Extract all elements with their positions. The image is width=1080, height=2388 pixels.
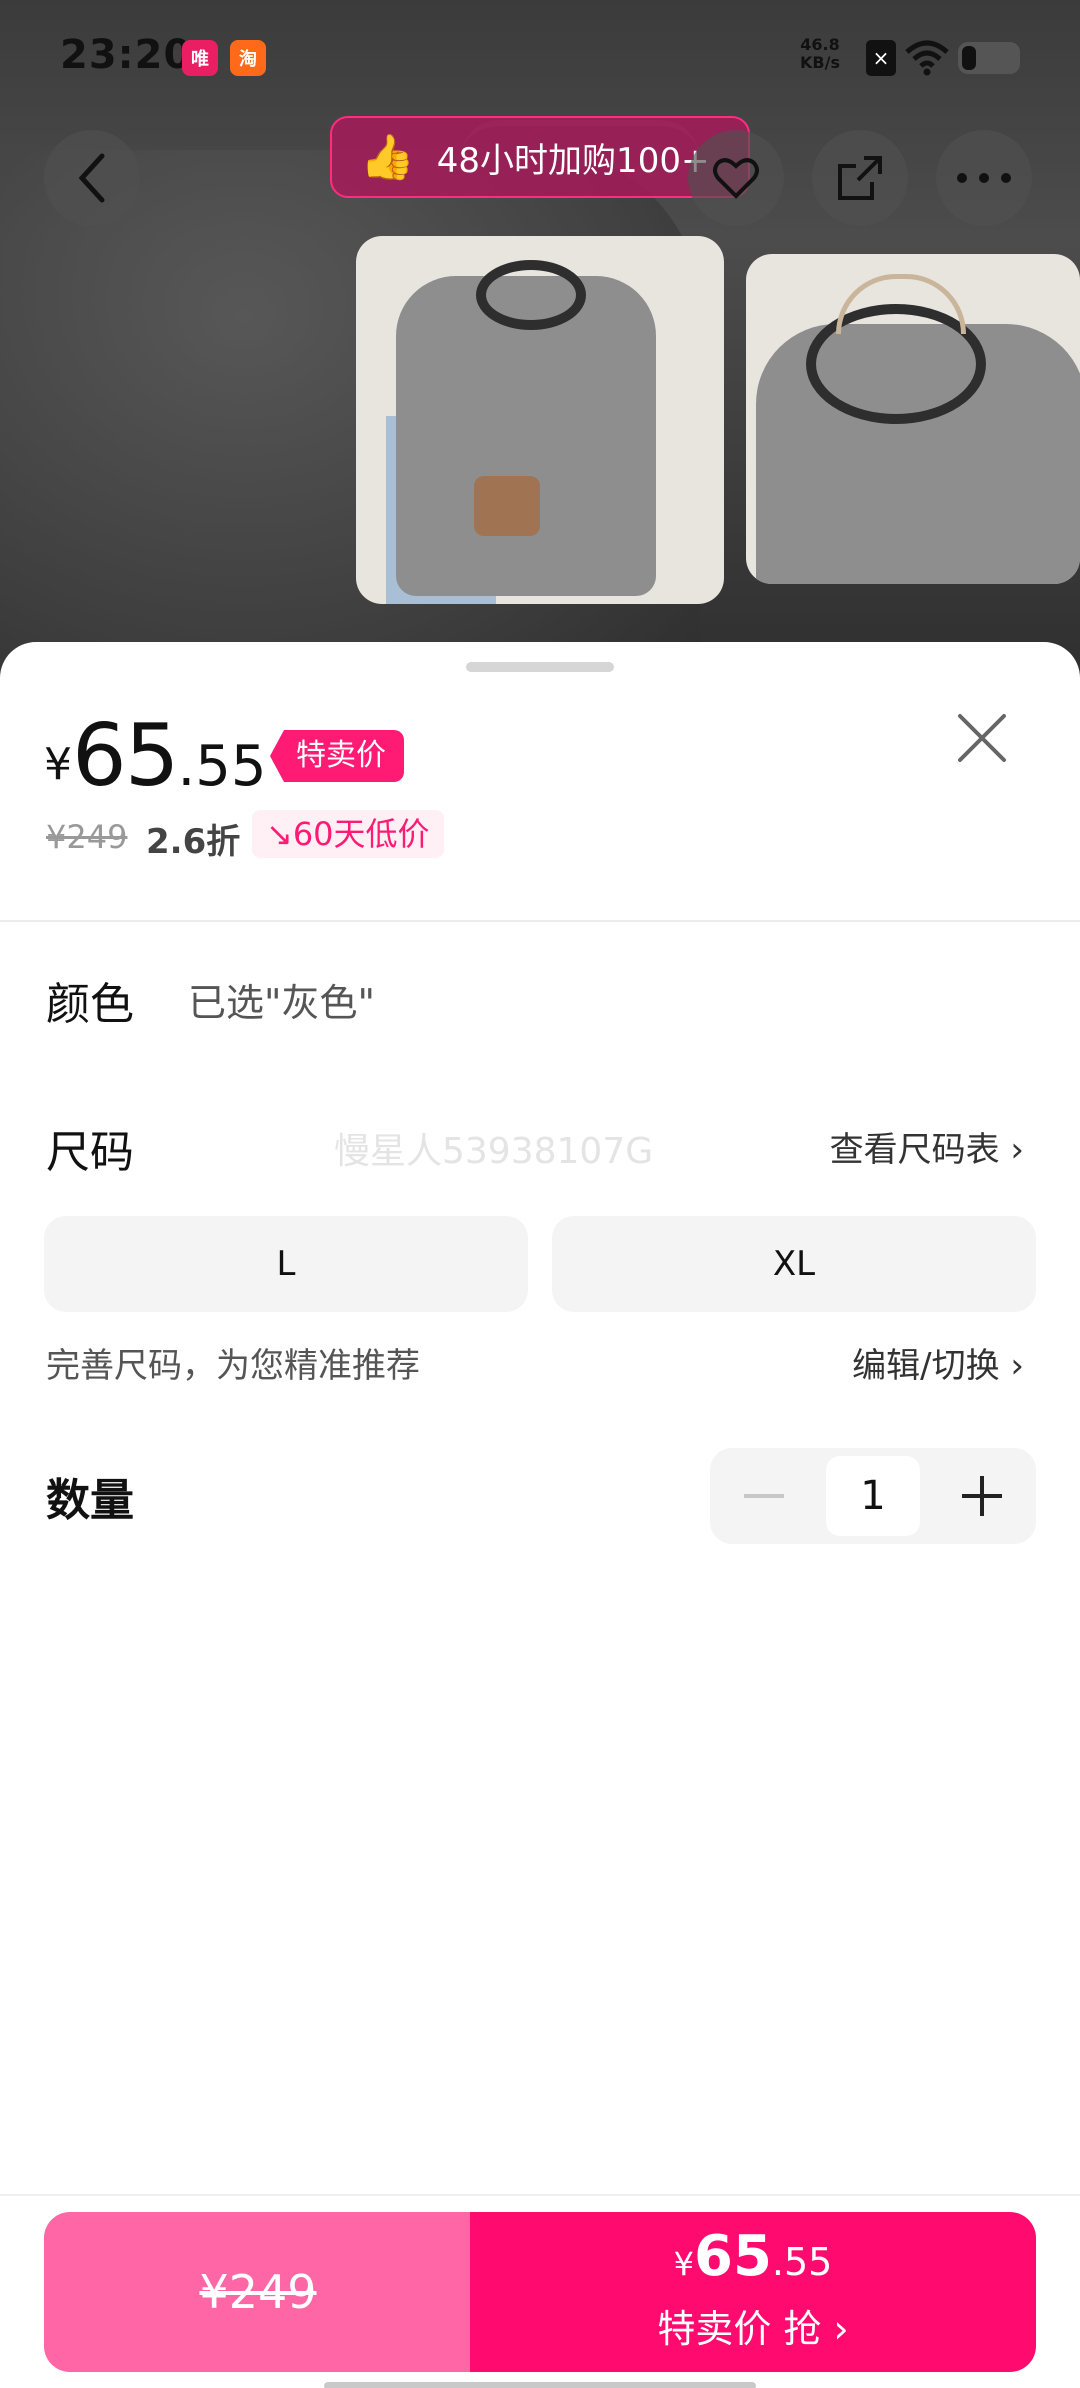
battery-icon: [958, 42, 1020, 74]
buy-button-label-text: 特卖价 抢: [657, 2307, 822, 2351]
quantity-decrease-button[interactable]: [710, 1448, 818, 1544]
buy-price-decimal: .55: [771, 2240, 833, 2284]
original-price-button[interactable]: ¥249: [44, 2212, 472, 2372]
bag-image: [474, 476, 540, 536]
back-button[interactable]: [44, 130, 140, 226]
price-decimal: .55: [177, 734, 267, 799]
original-price-button-text: ¥249: [199, 2265, 317, 2319]
product-thumbnail-1[interactable]: [356, 236, 724, 604]
promo-banner: 👍 48小时加购100+: [330, 116, 750, 198]
share-icon: [838, 156, 882, 200]
no-sim-icon: ×: [866, 40, 896, 76]
wifi-icon: [905, 40, 949, 76]
size-label: 尺码: [46, 1127, 134, 1178]
bottom-action-bar: ¥249 ¥65.55 特卖价 抢 ›: [0, 2194, 1080, 2388]
quantity-label: 数量: [46, 1475, 134, 1526]
quantity-increase-button[interactable]: [928, 1448, 1036, 1544]
discount-rate: 2.6折: [146, 822, 241, 862]
original-price: ¥249: [46, 818, 128, 856]
trend-down-icon: ↘: [266, 815, 293, 853]
taobao-app-icon: 淘: [230, 40, 266, 76]
color-selected-value: 已选"灰色": [188, 981, 375, 1025]
sale-price-tag: 特卖价: [270, 730, 404, 782]
edit-switch-text: 编辑/切换: [852, 1346, 1000, 1386]
thumbs-up-icon: 👍: [360, 132, 415, 183]
size-chart-link-text: 查看尺码表: [829, 1130, 1000, 1170]
price-currency: ¥: [44, 739, 72, 790]
current-price: ¥65.55: [44, 706, 267, 806]
buy-button-price: ¥65.55: [470, 2224, 1036, 2289]
status-bar: 23:20 唯 淘 46.8 KB/s ×: [0, 0, 1080, 110]
buy-price-currency: ¥: [673, 2245, 694, 2283]
flash-sale-buy-button[interactable]: ¥65.55 特卖价 抢 ›: [470, 2212, 1036, 2372]
chevron-right-icon: ›: [1010, 1130, 1024, 1170]
hanger-image: [836, 274, 966, 334]
chevron-right-icon: ›: [821, 2307, 849, 2351]
more-button[interactable]: [936, 130, 1032, 226]
size-option-l[interactable]: L: [44, 1216, 528, 1312]
edit-switch-link[interactable]: 编辑/切换 ›: [852, 1338, 1024, 1387]
favorite-button[interactable]: [688, 130, 784, 226]
promo-text: 48小时加购100+: [436, 140, 710, 181]
buy-button-label: 特卖价 抢 ›: [470, 2298, 1036, 2353]
quantity-value[interactable]: 1: [826, 1456, 920, 1536]
sheet-drag-handle[interactable]: [466, 662, 614, 672]
close-button[interactable]: [946, 702, 1018, 774]
chevron-left-icon: [78, 153, 105, 203]
share-button[interactable]: [812, 130, 908, 226]
network-speed-value: 46.8: [800, 35, 840, 54]
status-time: 23:20: [60, 32, 193, 78]
size-chart-link[interactable]: 查看尺码表 ›: [830, 1122, 1024, 1171]
sku-selector-sheet: ¥65.55 特卖价 ¥249 2.6折 ↘60天低价 颜色 已选"灰色" 尺码…: [0, 642, 1080, 2388]
tee-collar: [476, 260, 586, 330]
color-label: 颜色: [46, 979, 134, 1030]
quantity-stepper: 1: [710, 1448, 1036, 1544]
close-icon: [958, 714, 1006, 762]
watermark: 慢星人53938107G: [334, 1131, 654, 1172]
divider: [0, 920, 1080, 922]
size-recommend-hint: 完善尺码，为您精准推荐: [46, 1346, 420, 1386]
plus-icon: [962, 1476, 1002, 1516]
network-speed-unit: KB/s: [800, 53, 840, 72]
low-price-text: 60天低价: [292, 815, 430, 853]
buy-price-integer: 65: [693, 2224, 772, 2289]
heart-icon: [713, 158, 759, 199]
price-integer: 65: [72, 706, 179, 806]
home-indicator[interactable]: [324, 2382, 756, 2388]
product-thumbnail-2[interactable]: [746, 254, 1080, 584]
vipshop-app-icon: 唯: [182, 40, 218, 76]
low-price-badge: ↘60天低价: [252, 810, 444, 858]
size-option-xl[interactable]: XL: [552, 1216, 1036, 1312]
more-dots-icon: [957, 173, 1011, 183]
minus-icon: [744, 1494, 784, 1498]
chevron-right-icon: ›: [1010, 1346, 1024, 1386]
network-speed: 46.8 KB/s: [800, 36, 840, 72]
